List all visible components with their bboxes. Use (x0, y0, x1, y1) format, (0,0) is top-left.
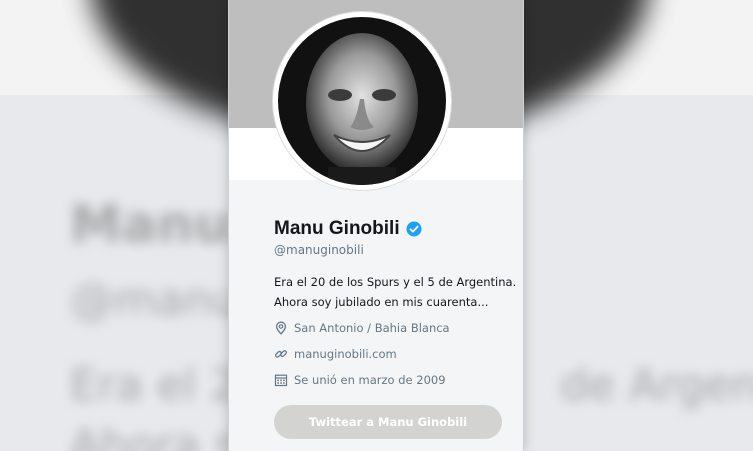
avatar-photo (278, 17, 446, 185)
profile-bio: Era el 20 de los Spurs y el 5 de Argenti… (274, 272, 517, 312)
tweet-to-button[interactable]: Twittear a Manu Ginobili (274, 405, 502, 439)
profile-handle[interactable]: @manuginobili (274, 243, 364, 257)
bio-line: Era el 20 de los Spurs y el 5 de Argenti… (274, 275, 517, 289)
verified-badge-icon (406, 221, 422, 237)
ghost-bio-right: de Argentina (560, 360, 753, 411)
profile-card: Manu Ginobili @manuginobili Era el 20 de… (229, 0, 523, 451)
location-text: San Antonio / Bahia Blanca (294, 321, 450, 335)
bio-line: Ahora soy jubilado en mis cuarenta... (274, 295, 489, 309)
joined-text: Se unió en marzo de 2009 (294, 373, 446, 387)
calendar-icon (274, 374, 288, 387)
website-row: manuginobili.com (274, 347, 397, 361)
link-icon (275, 350, 287, 358)
avatar[interactable] (273, 12, 451, 190)
location-row: San Antonio / Bahia Blanca (274, 321, 450, 335)
location-pin-icon (275, 321, 287, 335)
website-link[interactable]: manuginobili.com (294, 347, 397, 361)
ghost-name: Manu (70, 195, 231, 255)
name-row: Manu Ginobili (274, 218, 422, 240)
profile-name[interactable]: Manu Ginobili (274, 218, 400, 240)
joined-row: Se unió en marzo de 2009 (274, 373, 446, 387)
